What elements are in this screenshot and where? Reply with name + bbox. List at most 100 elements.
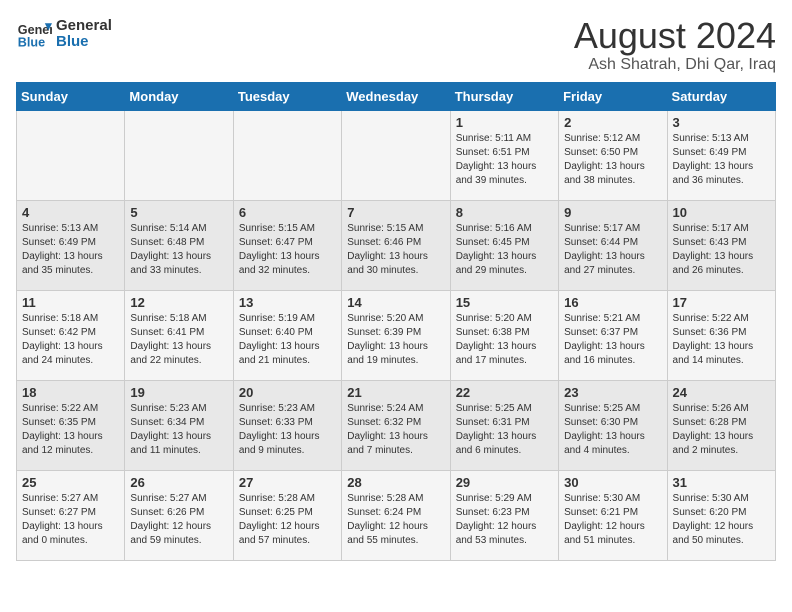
day-info-text: Sunrise: 5:22 AM Sunset: 6:35 PM Dayligh…	[22, 402, 119, 458]
day-number: 22	[456, 385, 553, 400]
logo-line2: Blue	[56, 34, 112, 51]
calendar-empty-cell	[17, 110, 125, 200]
day-info-text: Sunrise: 5:20 AM Sunset: 6:38 PM Dayligh…	[456, 312, 553, 368]
calendar-header-row: SundayMondayTuesdayWednesdayThursdayFrid…	[17, 82, 776, 110]
calendar-day-28: 28 Sunrise: 5:28 AM Sunset: 6:24 PM Dayli…	[342, 470, 450, 560]
day-number: 3	[673, 115, 770, 130]
calendar-day-3: 3Sunrise: 5:13 AM Sunset: 6:49 PM Daylig…	[667, 110, 775, 200]
day-number: 19	[130, 385, 227, 400]
day-info-text: Sunrise: 5:11 AM Sunset: 6:51 PM Dayligh…	[456, 132, 553, 188]
day-info-text: Sunrise: 5:24 AM Sunset: 6:32 PM Dayligh…	[347, 402, 444, 458]
day-info-text: Sunrise: 5:15 AM Sunset: 6:47 PM Dayligh…	[239, 222, 336, 278]
day-info-text: Sunrise: 5:25 AM Sunset: 6:31 PM Dayligh…	[456, 402, 553, 458]
calendar-day-9: 9Sunrise: 5:17 AM Sunset: 6:44 PM Daylig…	[559, 200, 667, 290]
location-subtitle: Ash Shatrah, Dhi Qar, Iraq	[574, 56, 776, 74]
calendar-day-23: 23 Sunrise: 5:25 AM Sunset: 6:30 PM Dayli…	[559, 380, 667, 470]
calendar-day-29: 29 Sunrise: 5:29 AM Sunset: 6:23 PM Dayli…	[450, 470, 558, 560]
day-number: 27	[239, 475, 336, 490]
calendar-day-15: 15 Sunrise: 5:20 AM Sunset: 6:38 PM Dayli…	[450, 290, 558, 380]
calendar-day-12: 12Sunrise: 5:18 AM Sunset: 6:41 PM Dayli…	[125, 290, 233, 380]
calendar-week-row: 4 Sunrise: 5:13 AM Sunset: 6:49 PM Daylig…	[17, 200, 776, 290]
calendar-week-row: 1 Sunrise: 5:11 AM Sunset: 6:51 PM Daylig…	[17, 110, 776, 200]
calendar-day-31: 31 Sunrise: 5:30 AM Sunset: 6:20 PM Dayli…	[667, 470, 775, 560]
calendar-day-7: 7 Sunrise: 5:15 AM Sunset: 6:46 PM Daylig…	[342, 200, 450, 290]
day-info-text: Sunrise: 5:15 AM Sunset: 6:46 PM Dayligh…	[347, 222, 444, 278]
day-info-text: Sunrise: 5:17 AM Sunset: 6:43 PM Dayligh…	[673, 222, 770, 278]
calendar-day-20: 20 Sunrise: 5:23 AM Sunset: 6:33 PM Dayli…	[233, 380, 341, 470]
calendar-day-5: 5 Sunrise: 5:14 AM Sunset: 6:48 PM Daylig…	[125, 200, 233, 290]
calendar-week-row: 11 Sunrise: 5:18 AM Sunset: 6:42 PM Dayli…	[17, 290, 776, 380]
day-number: 23	[564, 385, 661, 400]
day-number: 10	[673, 205, 770, 220]
day-number: 4	[22, 205, 119, 220]
day-info-text: Sunrise: 5:20 AM Sunset: 6:39 PM Dayligh…	[347, 312, 444, 368]
day-number: 12	[130, 295, 227, 310]
day-number: 9	[564, 205, 661, 220]
day-info-text: Sunrise: 5:23 AM Sunset: 6:33 PM Dayligh…	[239, 402, 336, 458]
day-info-text: Sunrise: 5:16 AM Sunset: 6:45 PM Dayligh…	[456, 222, 553, 278]
day-info-text: Sunrise: 5:22 AM Sunset: 6:36 PM Dayligh…	[673, 312, 770, 368]
day-number: 28	[347, 475, 444, 490]
day-info-text: Sunrise: 5:28 AM Sunset: 6:25 PM Dayligh…	[239, 492, 336, 548]
day-info-text: Sunrise: 5:27 AM Sunset: 6:27 PM Dayligh…	[22, 492, 119, 548]
day-info-text: Sunrise: 5:12 AM Sunset: 6:50 PM Dayligh…	[564, 132, 661, 188]
day-number: 11	[22, 295, 119, 310]
day-number: 21	[347, 385, 444, 400]
day-number: 5	[130, 205, 227, 220]
day-number: 20	[239, 385, 336, 400]
calendar-empty-cell	[233, 110, 341, 200]
day-info-text: Sunrise: 5:26 AM Sunset: 6:28 PM Dayligh…	[673, 402, 770, 458]
calendar-table: SundayMondayTuesdayWednesdayThursdayFrid…	[16, 82, 776, 561]
day-info-text: Sunrise: 5:19 AM Sunset: 6:40 PM Dayligh…	[239, 312, 336, 368]
calendar-day-13: 13 Sunrise: 5:19 AM Sunset: 6:40 PM Dayli…	[233, 290, 341, 380]
svg-text:Blue: Blue	[18, 36, 45, 50]
day-number: 31	[673, 475, 770, 490]
weekday-header-saturday: Saturday	[667, 82, 775, 110]
calendar-day-14: 14Sunrise: 5:20 AM Sunset: 6:39 PM Dayli…	[342, 290, 450, 380]
day-info-text: Sunrise: 5:25 AM Sunset: 6:30 PM Dayligh…	[564, 402, 661, 458]
day-info-text: Sunrise: 5:30 AM Sunset: 6:20 PM Dayligh…	[673, 492, 770, 548]
day-info-text: Sunrise: 5:27 AM Sunset: 6:26 PM Dayligh…	[130, 492, 227, 548]
calendar-day-10: 10 Sunrise: 5:17 AM Sunset: 6:43 PM Dayli…	[667, 200, 775, 290]
day-number: 1	[456, 115, 553, 130]
day-number: 6	[239, 205, 336, 220]
calendar-day-22: 22 Sunrise: 5:25 AM Sunset: 6:31 PM Dayli…	[450, 380, 558, 470]
day-number: 18	[22, 385, 119, 400]
calendar-day-8: 8 Sunrise: 5:16 AM Sunset: 6:45 PM Daylig…	[450, 200, 558, 290]
calendar-empty-cell	[342, 110, 450, 200]
day-info-text: Sunrise: 5:14 AM Sunset: 6:48 PM Dayligh…	[130, 222, 227, 278]
calendar-week-row: 18 Sunrise: 5:22 AM Sunset: 6:35 PM Dayli…	[17, 380, 776, 470]
calendar-day-1: 1 Sunrise: 5:11 AM Sunset: 6:51 PM Daylig…	[450, 110, 558, 200]
day-number: 29	[456, 475, 553, 490]
day-number: 16	[564, 295, 661, 310]
day-info-text: Sunrise: 5:13 AM Sunset: 6:49 PM Dayligh…	[22, 222, 119, 278]
calendar-day-21: 21 Sunrise: 5:24 AM Sunset: 6:32 PM Dayli…	[342, 380, 450, 470]
calendar-day-19: 19 Sunrise: 5:23 AM Sunset: 6:34 PM Dayli…	[125, 380, 233, 470]
day-info-text: Sunrise: 5:30 AM Sunset: 6:21 PM Dayligh…	[564, 492, 661, 548]
calendar-day-17: 17 Sunrise: 5:22 AM Sunset: 6:36 PM Dayli…	[667, 290, 775, 380]
day-info-text: Sunrise: 5:29 AM Sunset: 6:23 PM Dayligh…	[456, 492, 553, 548]
day-number: 25	[22, 475, 119, 490]
weekday-header-thursday: Thursday	[450, 82, 558, 110]
calendar-day-26: 26Sunrise: 5:27 AM Sunset: 6:26 PM Dayli…	[125, 470, 233, 560]
calendar-day-11: 11 Sunrise: 5:18 AM Sunset: 6:42 PM Dayli…	[17, 290, 125, 380]
calendar-empty-cell	[125, 110, 233, 200]
logo-icon: General Blue	[16, 16, 52, 52]
day-info-text: Sunrise: 5:23 AM Sunset: 6:34 PM Dayligh…	[130, 402, 227, 458]
day-number: 2	[564, 115, 661, 130]
weekday-header-sunday: Sunday	[17, 82, 125, 110]
day-number: 13	[239, 295, 336, 310]
calendar-week-row: 25 Sunrise: 5:27 AM Sunset: 6:27 PM Dayli…	[17, 470, 776, 560]
title-block: August 2024 Ash Shatrah, Dhi Qar, Iraq	[574, 16, 776, 74]
day-number: 7	[347, 205, 444, 220]
calendar-day-27: 27 Sunrise: 5:28 AM Sunset: 6:25 PM Dayli…	[233, 470, 341, 560]
day-number: 15	[456, 295, 553, 310]
day-info-text: Sunrise: 5:18 AM Sunset: 6:42 PM Dayligh…	[22, 312, 119, 368]
day-number: 17	[673, 295, 770, 310]
day-number: 8	[456, 205, 553, 220]
weekday-header-wednesday: Wednesday	[342, 82, 450, 110]
logo: General Blue General Blue	[16, 16, 112, 52]
day-info-text: Sunrise: 5:28 AM Sunset: 6:24 PM Dayligh…	[347, 492, 444, 548]
calendar-day-6: 6 Sunrise: 5:15 AM Sunset: 6:47 PM Daylig…	[233, 200, 341, 290]
calendar-day-24: 24Sunrise: 5:26 AM Sunset: 6:28 PM Dayli…	[667, 380, 775, 470]
